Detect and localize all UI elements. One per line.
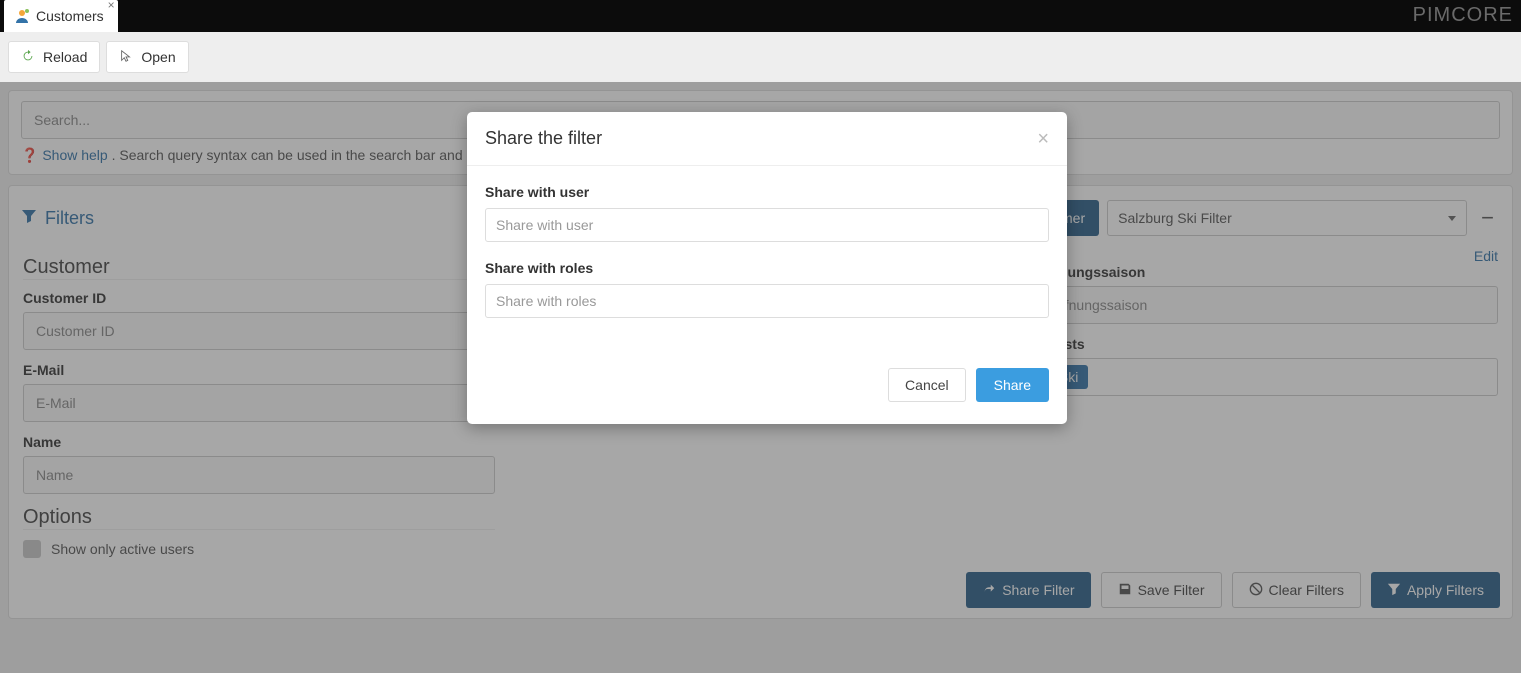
topbar: Customers × PIMCORE — [0, 0, 1521, 32]
modal-title: Share the filter — [485, 128, 602, 149]
share-user-input[interactable] — [485, 208, 1049, 242]
share-roles-label: Share with roles — [485, 260, 1049, 276]
tab-customers[interactable]: Customers × — [4, 0, 118, 32]
reload-icon — [21, 49, 35, 66]
tab-label: Customers — [36, 8, 104, 24]
share-roles-input[interactable] — [485, 284, 1049, 318]
close-icon[interactable]: × — [108, 0, 115, 10]
open-button[interactable]: Open — [106, 41, 188, 73]
user-icon — [14, 8, 30, 24]
toolbar: Reload Open — [0, 32, 1521, 82]
modal-body: Share with user Share with roles — [467, 166, 1067, 354]
close-icon[interactable]: × — [1037, 129, 1049, 149]
cancel-button[interactable]: Cancel — [888, 368, 966, 402]
share-filter-modal: Share the filter × Share with user Share… — [467, 112, 1067, 424]
modal-footer: Cancel Share — [467, 354, 1067, 424]
cursor-icon — [119, 49, 133, 66]
share-button[interactable]: Share — [976, 368, 1049, 402]
open-label: Open — [141, 49, 175, 65]
share-user-label: Share with user — [485, 184, 1049, 200]
modal-header: Share the filter × — [467, 112, 1067, 166]
reload-label: Reload — [43, 49, 87, 65]
brand-logo: PIMCORE — [1413, 0, 1521, 27]
reload-button[interactable]: Reload — [8, 41, 100, 73]
